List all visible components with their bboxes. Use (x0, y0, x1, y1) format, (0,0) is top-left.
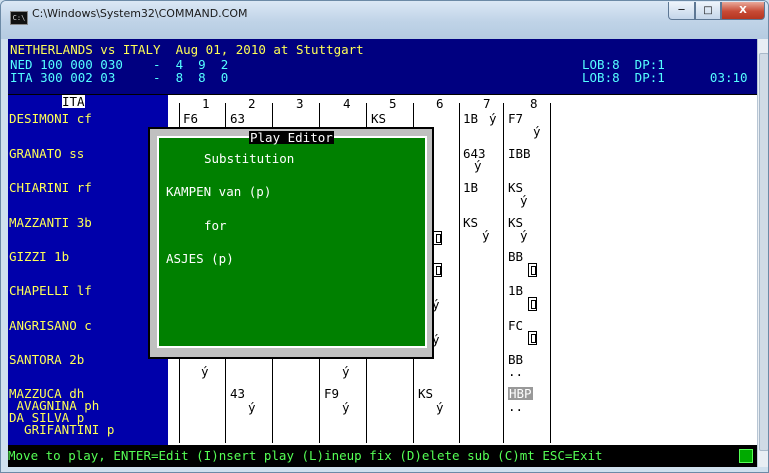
maximize-button[interactable]: □ (695, 2, 721, 20)
incoming-player[interactable]: KAMPEN van (p) (166, 185, 271, 198)
inning-divider (550, 103, 551, 443)
inning-header-7: 7 (483, 96, 491, 111)
vertical-scrollbar[interactable] (757, 39, 768, 467)
lineup-player[interactable]: GRANATO ss (9, 147, 84, 160)
game-title: NETHERLANDS vs ITALY Aug 01, 2010 at Stu… (10, 42, 364, 57)
inning-header-8: 8 (530, 96, 538, 111)
play-cell[interactable]: 1B (463, 112, 478, 125)
play-editor-dialog: Play Editor Substitution KAMPEN van (p) … (148, 127, 434, 359)
base-marker (433, 231, 442, 245)
play-mark: ý (342, 364, 350, 379)
play-editor-panel: Play Editor Substitution KAMPEN van (p) … (157, 131, 427, 348)
play-cell[interactable]: 1B (508, 284, 523, 297)
play-mark: ý (482, 228, 490, 243)
play-mark: ý (342, 400, 350, 415)
lineup-player[interactable]: ANGRISANO c (9, 319, 92, 332)
inning-divider (503, 103, 504, 443)
lineup-player[interactable]: CHIARINI rf (9, 181, 92, 194)
ita-stats: LOB:8 DP:1 03:10 (582, 70, 748, 85)
game-header: NETHERLANDS vs ITALY Aug 01, 2010 at Stu… (8, 39, 757, 94)
outgoing-player[interactable]: ASJES (p) (166, 252, 234, 265)
play-mark: ý (436, 400, 444, 415)
window-title: C:\Windows\System32\COMMAND.COM (32, 7, 248, 20)
command-prompt-icon: C:\ (10, 11, 28, 25)
play-cell[interactable]: IBB (508, 147, 531, 160)
play-mark: ý (520, 193, 528, 208)
play-cell[interactable]: F9 (324, 387, 339, 400)
inning-header-5: 5 (389, 96, 397, 111)
play-cell[interactable]: 63 (230, 112, 245, 125)
play-cell[interactable]: 1B (463, 181, 478, 194)
lineup-player[interactable]: GRIFANTINI p (9, 423, 114, 436)
play-mark: ý (489, 111, 497, 126)
play-mark: ý (201, 364, 209, 379)
inning-header-4: 4 (343, 96, 351, 111)
play-cell[interactable]: F6 (183, 112, 198, 125)
play-mark: ý (533, 124, 541, 139)
scrollbar-thumb[interactable] (759, 53, 768, 451)
dialog-heading: Substitution (204, 151, 295, 166)
team-header: ITA (62, 94, 85, 109)
play-cell[interactable]: 43 (230, 387, 245, 400)
inning-header-1: 1 (202, 96, 210, 111)
base-marker (433, 263, 442, 277)
status-bar: Move to play, ENTER=Edit (I)nsert play (… (8, 445, 757, 467)
play-cell[interactable]: FC (508, 319, 523, 332)
for-label: for (204, 218, 227, 233)
console-window: C:\ C:\Windows\System32\COMMAND.COM ─ □ … (0, 0, 769, 473)
inning-header-3: 3 (296, 96, 304, 111)
play-dots: .. (508, 399, 524, 414)
inning-header-6: 6 (436, 96, 444, 111)
play-mark: ý (520, 228, 528, 243)
base-marker (528, 263, 537, 277)
lineup-player[interactable]: CHAPELLI lf (9, 284, 92, 297)
close-button[interactable]: X (721, 2, 765, 20)
play-mark: ý (474, 158, 482, 173)
play-cell[interactable]: KS (371, 112, 386, 125)
key-help: Move to play, ENTER=Edit (I)nsert play (… (8, 448, 603, 463)
lineup-player[interactable]: MAZZANTI 3b (9, 216, 92, 229)
play-dots: .. (508, 364, 524, 379)
title-bar[interactable]: C:\ C:\Windows\System32\COMMAND.COM ─ □ … (1, 1, 768, 39)
inning-divider (459, 103, 460, 443)
ita-line-score: ITA 300 002 03 - 8 8 0 (10, 70, 229, 85)
lineup-player[interactable]: GIZZI 1b (9, 250, 69, 263)
play-mark: ý (248, 400, 256, 415)
minimize-button[interactable]: ─ (668, 2, 695, 20)
base-marker (528, 297, 537, 311)
text-cursor (739, 449, 753, 463)
play-cell[interactable]: F7 (508, 112, 523, 125)
play-cell[interactable]: BB (508, 250, 523, 263)
play-cell[interactable]: KS (418, 387, 433, 400)
base-marker (528, 331, 537, 345)
dialog-title: Play Editor (249, 130, 334, 145)
inning-header-2: 2 (248, 96, 256, 111)
play-cell[interactable]: KS (463, 216, 478, 229)
lineup-player[interactable]: DESIMONI cf (9, 112, 92, 125)
lineup-player[interactable]: SANTORA 2b (9, 353, 84, 366)
